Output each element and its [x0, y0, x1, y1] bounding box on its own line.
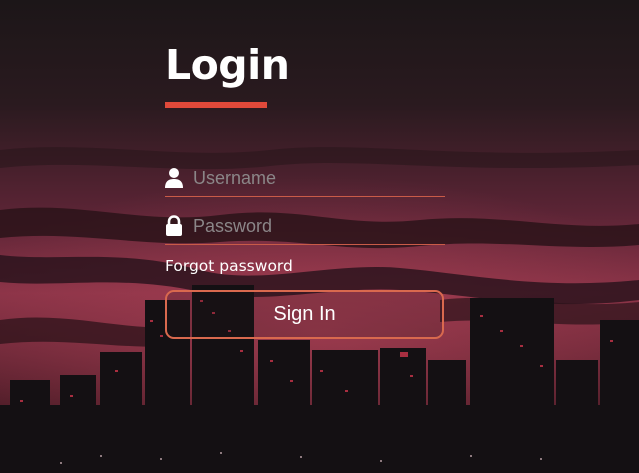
login-title: Login	[165, 41, 290, 89]
username-input[interactable]	[193, 163, 445, 193]
user-icon	[165, 167, 183, 189]
sign-in-button[interactable]: Sign In	[165, 290, 444, 339]
title-underline	[165, 102, 267, 108]
lock-icon	[165, 215, 183, 237]
login-panel: Login Forgot password Sign In	[165, 38, 447, 339]
username-field	[165, 160, 445, 197]
password-input[interactable]	[193, 211, 445, 241]
forgot-password-link[interactable]: Forgot password	[165, 257, 293, 275]
password-field	[165, 208, 445, 245]
